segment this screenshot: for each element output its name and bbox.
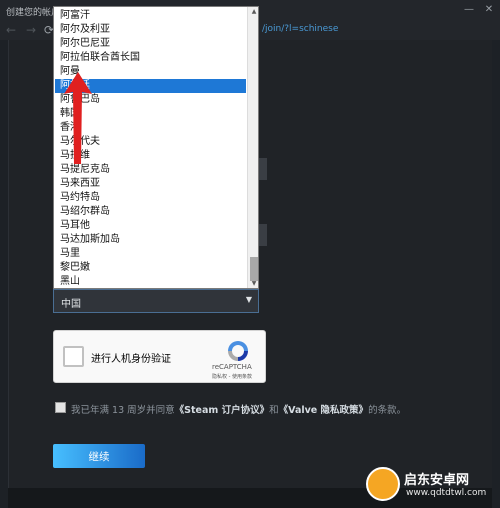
arrow-right-icon[interactable]: →: [26, 23, 36, 37]
scroll-down-icon[interactable]: ▼: [248, 279, 258, 288]
watermark-title: 启东安卓网: [404, 473, 470, 488]
country-option[interactable]: 马里: [60, 247, 80, 261]
country-option[interactable]: 马达加斯加岛: [60, 233, 120, 247]
country-select[interactable]: 中国 ▼: [53, 289, 259, 313]
country-option[interactable]: 黎巴嫩: [60, 261, 90, 275]
captcha-label: 进行人机身份验证: [91, 354, 171, 365]
country-option[interactable]: 阿尔巴尼亚: [60, 37, 110, 51]
country-option[interactable]: 黑山: [60, 275, 80, 288]
recaptcha-logo-icon: [228, 341, 248, 361]
recaptcha-widget: 进行人机身份验证 reCAPTCHA 隐私权 - 使用条款: [53, 330, 266, 383]
agreement-middle: 和: [269, 405, 279, 416]
agreement-checkbox[interactable]: [55, 402, 66, 413]
scroll-up-icon[interactable]: ▲: [248, 7, 258, 17]
continue-button-label: 继续: [88, 451, 110, 463]
captcha-checkbox[interactable]: [63, 346, 84, 367]
background-field-edge: [259, 224, 267, 246]
country-option[interactable]: 阿富汗: [60, 9, 90, 23]
country-option[interactable]: 阿拉伯联合酋长国: [60, 51, 140, 65]
red-arrow-icon: [64, 72, 92, 164]
ssa-link[interactable]: 《Steam 订户协议》: [175, 405, 269, 416]
dropdown-scrollbar[interactable]: ▲ ▼: [247, 7, 258, 288]
country-option[interactable]: 阿尔及利亚: [60, 23, 110, 37]
continue-button[interactable]: 继续: [53, 444, 145, 468]
country-option[interactable]: 马来西亚: [60, 177, 100, 191]
background-field-edge: [259, 158, 267, 180]
minimize-icon[interactable]: —: [462, 4, 476, 16]
country-select-value: 中国: [61, 299, 81, 310]
recaptcha-brand: reCAPTCHA: [212, 363, 252, 371]
address-url[interactable]: /join/?l=schinese: [262, 24, 338, 34]
watermark-url: www.qdtdtwl.com: [406, 488, 487, 498]
watermark-logo-icon: [366, 467, 400, 501]
country-option[interactable]: 马约特岛: [60, 191, 100, 205]
agreement-prefix: 我已年满 13 周岁并同意: [71, 405, 175, 416]
recaptcha-links[interactable]: 隐私权 - 使用条款: [212, 373, 252, 380]
agreement-suffix: 的条款。: [368, 405, 407, 416]
privacy-policy-link[interactable]: 《Valve 隐私政策》: [279, 405, 368, 416]
scrollbar-thumb[interactable]: [250, 257, 258, 281]
agreement-text: 我已年满 13 周岁并同意《Steam 订户协议》和《Valve 隐私政策》的条…: [71, 402, 406, 416]
close-icon[interactable]: ✕: [482, 4, 496, 16]
country-option[interactable]: 马绍尔群岛: [60, 205, 110, 219]
country-option[interactable]: 马耳他: [60, 219, 90, 233]
arrow-left-icon[interactable]: ←: [6, 23, 16, 37]
window-title: 创建您的帐户: [6, 8, 61, 18]
chevron-down-icon: ▼: [245, 295, 252, 304]
